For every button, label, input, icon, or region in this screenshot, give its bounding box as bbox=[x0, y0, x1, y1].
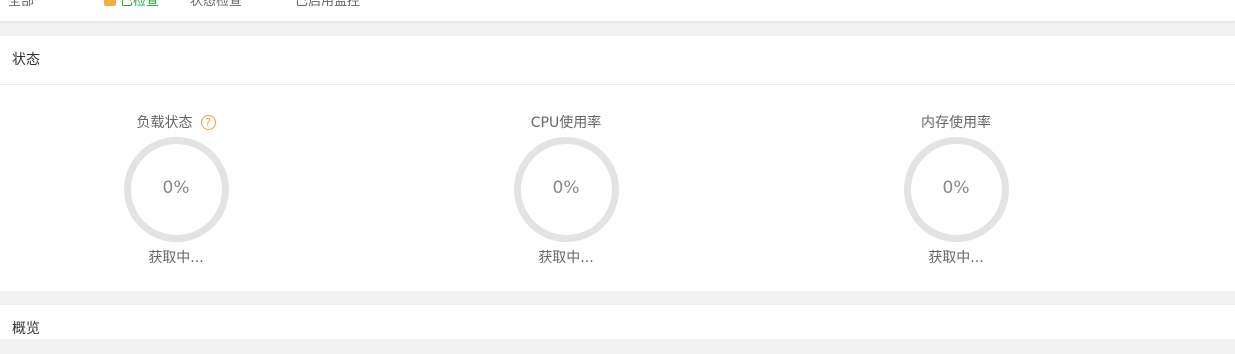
memory-usage-title: 内存使用率 bbox=[921, 115, 991, 131]
memory-usage-status: 获取中... bbox=[928, 250, 984, 266]
load-status-label: 负载状态 bbox=[136, 115, 193, 131]
cpu-usage-status: 获取中... bbox=[538, 250, 594, 266]
question-circle-icon[interactable]: ? bbox=[200, 114, 216, 130]
toolbar-tab-all[interactable]: 全部 bbox=[8, 0, 34, 9]
status-panel: 状态 负载状态? 0% 获取中... CPU使用率 0% 获取中... 内存使用… bbox=[0, 36, 1235, 291]
toolbar-tab-monitoring[interactable]: 已启用监控 bbox=[295, 0, 360, 9]
cpu-usage-title: CPU使用率 bbox=[530, 115, 602, 131]
status-panel-title: 状态 bbox=[0, 36, 1235, 85]
top-toolbar: 全部 已检查 状态检查 已启用监控 bbox=[0, 0, 1235, 22]
memory-usage-value: 0% bbox=[942, 178, 970, 198]
load-status-value: 0% bbox=[162, 178, 190, 198]
overview-panel-title: 概览 bbox=[12, 321, 40, 337]
overview-panel: 概览 bbox=[0, 305, 1235, 339]
cpu-usage-value: 0% bbox=[552, 178, 580, 198]
load-status-text: 获取中... bbox=[148, 250, 204, 266]
warning-badge-icon bbox=[104, 0, 116, 6]
load-status-title: 负载状态? bbox=[96, 112, 256, 132]
toolbar-tab-status-check[interactable]: 状态检查 bbox=[190, 0, 242, 9]
toolbar-tab-checked[interactable]: 已检查 bbox=[120, 0, 159, 9]
